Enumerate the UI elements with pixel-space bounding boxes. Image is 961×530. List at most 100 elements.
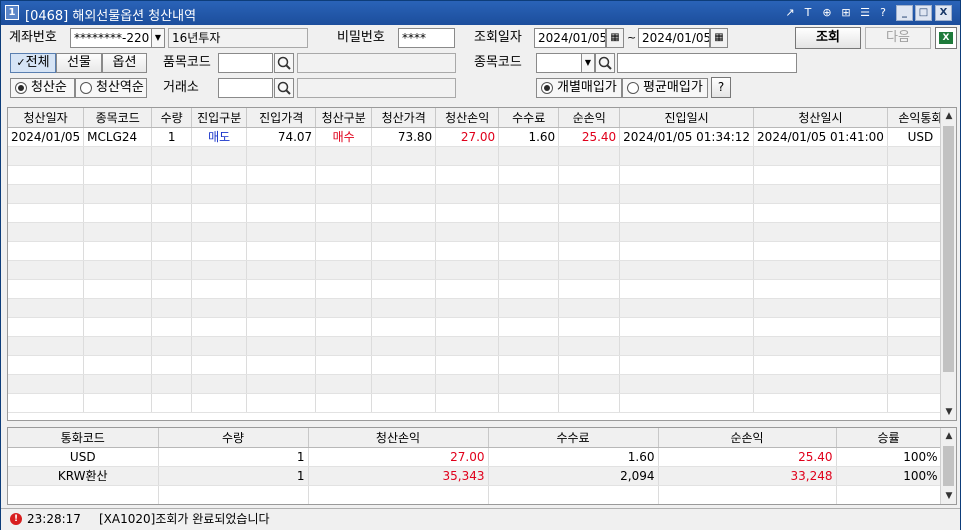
cell: [8, 146, 85, 166]
maximize-button[interactable]: □: [915, 5, 932, 21]
cell: 2,094: [488, 466, 659, 486]
cell: [435, 355, 500, 375]
cell: [558, 241, 621, 261]
excel-icon[interactable]: X: [935, 27, 957, 49]
item-code-dropdown-icon[interactable]: ▼: [581, 53, 595, 73]
type-options-tab[interactable]: 옵션: [102, 53, 147, 73]
screen-number-icon[interactable]: 1: [5, 5, 19, 20]
layout-icon[interactable]: ⊞: [839, 6, 853, 20]
cell: [498, 374, 560, 394]
table-row[interactable]: USD 1 27.00 1.60 25.40 100%: [8, 447, 942, 467]
cell: [619, 279, 755, 299]
col-header[interactable]: 청산구분: [315, 108, 373, 128]
table-row[interactable]: KRW환산 1 35,343 2,094 33,248 100%: [8, 466, 942, 486]
col-header[interactable]: 진입일시: [619, 108, 755, 128]
calendar-icon[interactable]: ▦: [710, 28, 728, 48]
search-icon[interactable]: [274, 53, 294, 73]
summary-grid[interactable]: 통화코드 수량 청산손익 수수료 순손익 승률 USD 1 27.00 1.60…: [7, 427, 957, 505]
col-header[interactable]: 수량: [158, 428, 309, 448]
help-button[interactable]: ?: [711, 77, 731, 98]
item-code-input[interactable]: [536, 53, 582, 73]
cell: [371, 146, 437, 166]
query-button[interactable]: 조회: [795, 27, 861, 49]
main-scrollbar[interactable]: ▲ ▼: [940, 108, 956, 420]
cell: 33,248: [658, 466, 837, 486]
col-header[interactable]: 수량: [151, 108, 193, 128]
table-row[interactable]: [8, 374, 954, 394]
date-to-input[interactable]: 2024/01/05: [638, 28, 710, 48]
col-header[interactable]: 종목코드: [83, 108, 153, 128]
table-row[interactable]: [8, 203, 954, 223]
table-row[interactable]: [8, 241, 954, 261]
scroll-thumb[interactable]: [943, 126, 954, 372]
col-header[interactable]: 수수료: [488, 428, 659, 448]
account-input[interactable]: ********-220: [70, 28, 152, 48]
password-input[interactable]: ****: [398, 28, 455, 48]
type-all-tab[interactable]: ✓전체: [10, 53, 56, 73]
table-row[interactable]: [8, 260, 954, 280]
table-row[interactable]: [8, 279, 954, 299]
cell: [83, 241, 153, 261]
order-asc-radio[interactable]: 청산순: [10, 78, 75, 98]
search-icon[interactable]: [595, 53, 615, 73]
table-row[interactable]: [8, 222, 954, 242]
account-dropdown-icon[interactable]: ▼: [151, 28, 165, 48]
col-header[interactable]: 진입구분: [191, 108, 248, 128]
purchase-individual-radio[interactable]: 개별매입가: [536, 78, 622, 98]
search-icon[interactable]: [274, 78, 294, 98]
cell: [619, 336, 755, 356]
table-row[interactable]: [8, 355, 954, 375]
purchase-average-radio[interactable]: 평균매입가: [622, 78, 708, 98]
zoom-icon[interactable]: ⊕: [820, 6, 834, 20]
cell: [498, 222, 560, 242]
table-row[interactable]: [8, 393, 954, 413]
col-header[interactable]: 승률: [836, 428, 942, 448]
table-row[interactable]: [8, 298, 954, 318]
table-row[interactable]: [8, 146, 954, 166]
title-bar[interactable]: 1 [0468] 해외선물옵션 청산내역 ↗ T ⊕ ⊞ ☰ ? _ □ X: [1, 1, 960, 25]
close-button[interactable]: X: [935, 5, 952, 21]
scroll-up-icon[interactable]: ▲: [941, 108, 956, 124]
text-icon[interactable]: T: [801, 6, 815, 20]
main-grid[interactable]: 청산일자 종목코드 수량 진입구분 진입가격 청산구분 청산가격 청산손익 수수…: [7, 107, 957, 421]
col-header[interactable]: 진입가격: [246, 108, 317, 128]
cell: 1.60: [498, 127, 560, 147]
summary-scrollbar[interactable]: ▲ ▼: [940, 428, 956, 504]
table-row[interactable]: [8, 336, 954, 356]
table-row[interactable]: [8, 485, 942, 504]
date-from-input[interactable]: 2024/01/05: [534, 28, 606, 48]
col-header[interactable]: 청산일시: [753, 108, 888, 128]
product-code-input[interactable]: [218, 53, 273, 73]
scroll-up-icon[interactable]: ▲: [941, 428, 956, 444]
link-icon[interactable]: ↗: [783, 6, 797, 20]
cell: [315, 393, 373, 413]
table-row[interactable]: [8, 317, 954, 337]
col-header[interactable]: 통화코드: [8, 428, 159, 448]
cell: [83, 393, 153, 413]
help-icon[interactable]: ?: [876, 6, 890, 20]
col-header[interactable]: 청산일자: [8, 108, 85, 128]
next-button[interactable]: 다음: [865, 27, 931, 49]
table-row[interactable]: [8, 184, 954, 204]
cell: [498, 355, 560, 375]
col-header[interactable]: 순손익: [658, 428, 837, 448]
cell: [151, 336, 193, 356]
order-desc-radio[interactable]: 청산역순: [75, 78, 147, 98]
col-header[interactable]: 청산손익: [435, 108, 500, 128]
scroll-down-icon[interactable]: ▼: [941, 488, 956, 504]
calendar-icon[interactable]: ▦: [606, 28, 624, 48]
scroll-thumb[interactable]: [943, 446, 954, 486]
list-icon[interactable]: ☰: [858, 6, 872, 20]
cell: [83, 355, 153, 375]
cell: 25.40: [658, 447, 837, 467]
col-header[interactable]: 청산가격: [371, 108, 437, 128]
scroll-down-icon[interactable]: ▼: [941, 404, 956, 420]
col-header[interactable]: 순손익: [558, 108, 621, 128]
minimize-button[interactable]: _: [896, 5, 913, 21]
type-futures-tab[interactable]: 선물: [56, 53, 102, 73]
exchange-input[interactable]: [218, 78, 273, 98]
col-header[interactable]: 청산손익: [308, 428, 489, 448]
table-row[interactable]: 2024/01/05 MCLG24 1 매도 74.07 매수 73.80 27…: [8, 127, 954, 147]
col-header[interactable]: 수수료: [498, 108, 560, 128]
table-row[interactable]: [8, 165, 954, 185]
